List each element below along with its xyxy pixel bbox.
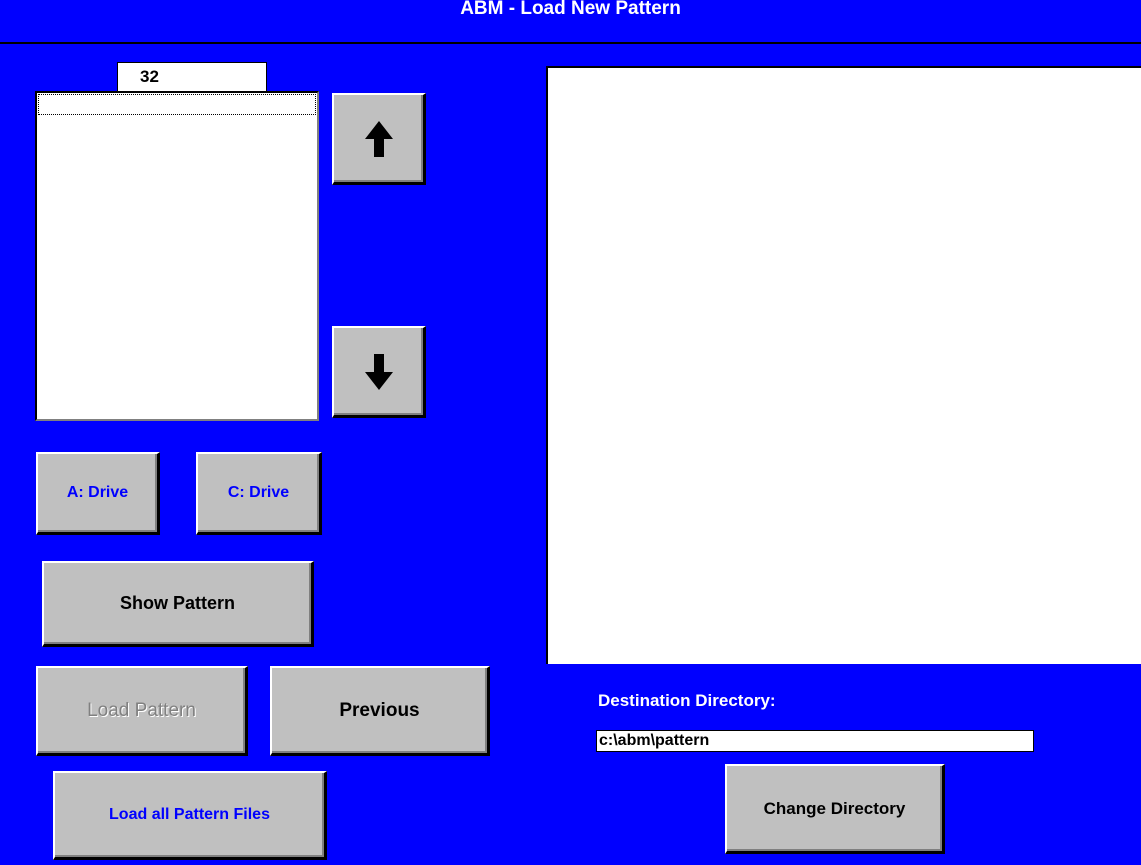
a-drive-button[interactable]: A: Drive	[36, 452, 160, 535]
arrow-up-icon	[364, 120, 393, 157]
list-item[interactable]	[38, 94, 316, 115]
window-title: ABM - Load New Pattern	[460, 0, 681, 19]
destination-directory-input[interactable]	[596, 730, 1034, 752]
c-drive-button[interactable]: C: Drive	[196, 452, 322, 535]
change-directory-button[interactable]: Change Directory	[725, 764, 945, 854]
destination-directory-label: Destination Directory:	[598, 691, 776, 710]
load-pattern-button[interactable]: Load Pattern	[36, 666, 248, 756]
previous-button[interactable]: Previous	[270, 666, 490, 756]
arrow-down-icon	[364, 353, 393, 390]
scroll-down-button[interactable]	[332, 326, 426, 418]
load-all-pattern-files-button[interactable]: Load all Pattern Files	[53, 771, 327, 860]
scroll-up-button[interactable]	[332, 93, 426, 185]
window-title-bar: ABM - Load New Pattern	[0, 0, 1141, 44]
pattern-preview-area	[546, 66, 1141, 664]
show-pattern-button[interactable]: Show Pattern	[42, 561, 314, 647]
pattern-file-list[interactable]	[35, 91, 319, 421]
file-count-display: 32	[117, 62, 267, 92]
